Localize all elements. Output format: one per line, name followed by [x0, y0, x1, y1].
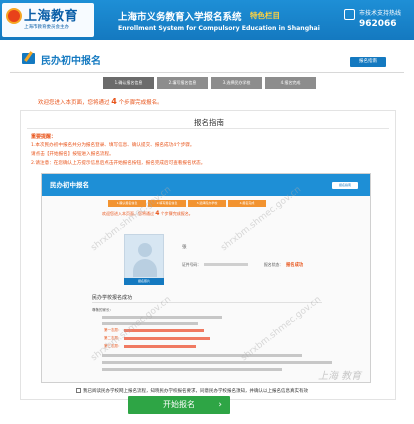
- edit-icon: [22, 53, 35, 64]
- status-value: 报名成功: [286, 263, 304, 268]
- system-title-en: Enrollment System for Compulsory Educati…: [118, 25, 320, 32]
- tip-line: 2.请注意：在您确认上方提示信息后点击开始报名按钮，报名完成后可查看报名状态。: [31, 161, 206, 166]
- tip-line: 请点击【开始报名】按钮进入报名流程。: [31, 152, 114, 157]
- seal-icon: [6, 8, 22, 24]
- screenshot-step: 4.报名完成: [228, 200, 266, 207]
- step-notice: 欢迎您进入本页面，您将通过 4 个步骤完成报名。: [38, 97, 163, 106]
- screenshot-notice-number: 4: [155, 210, 160, 217]
- screenshot-title: 民办初中报名: [50, 181, 89, 189]
- screenshot-steps: 1.确认报名信息 2.填写报名信息 3.选择民办学校 4.报名完成: [108, 200, 268, 207]
- text-line: [124, 337, 210, 340]
- id-redacted: [204, 263, 248, 266]
- notice-prefix: 欢迎您进入本页面，您将通过: [38, 100, 110, 106]
- status-label: 报名状态：: [264, 262, 283, 267]
- divider: [10, 72, 404, 73]
- hotline-number: 962066: [359, 19, 397, 29]
- guide-panel[interactable]: 报名指南 重要提醒： 1.本次民办初中报名共分为报名登录、填写信息、确认提交、报…: [20, 110, 396, 400]
- guide-button[interactable]: 报名指南: [350, 57, 386, 67]
- step-3: 3.选择民办学校: [211, 77, 262, 89]
- text-line: [102, 368, 282, 371]
- guide-title: 报名指南: [194, 118, 224, 127]
- student-name: 张: [182, 245, 187, 250]
- screenshot-notice-suffix: 个步骤完成报名。: [160, 211, 193, 216]
- guide-divider: [27, 128, 389, 129]
- screenshot-guide-button: 报名指南: [332, 182, 358, 189]
- step-4: 4.报名完成: [265, 77, 316, 89]
- text-line: [102, 322, 198, 325]
- system-title: 上海市义务教育入学报名系统: [118, 12, 242, 23]
- text-line: [102, 316, 222, 319]
- system-tag: 特色栏目: [250, 11, 280, 20]
- guide-screenshot: 民办初中报名 报名指南 1.确认报名信息 2.填写报名信息 3.选择民办学校 4…: [41, 173, 371, 383]
- text-line: [102, 361, 332, 364]
- site-header: 上海教育 上海市教育委员会主办 上海市义务教育入学报名系统 特色栏目 Enrol…: [0, 0, 414, 40]
- consent-text: 我已阅读民办学校网上报名流程，知晓民办学校报名要求，同意民办学校报名须知，并确认…: [83, 389, 308, 394]
- logo-subtitle: 上海市教育委员会主办: [24, 25, 69, 30]
- consent-row[interactable]: 我已阅读民办学校网上报名流程，知晓民办学校报名要求，同意民办学校报名须知，并确认…: [76, 388, 308, 394]
- screenshot-header: [42, 174, 370, 196]
- text-line: [102, 354, 302, 357]
- notice-number: 4: [111, 97, 117, 106]
- chevron-right-icon: ›: [218, 400, 222, 410]
- tips-heading: 重要提醒：: [31, 134, 57, 140]
- notice-suffix: 个步骤完成报名。: [118, 100, 163, 106]
- id-label: 证件号码：: [182, 262, 201, 267]
- phone-icon: [344, 9, 355, 20]
- dear-line: 尊敬的家长：: [92, 308, 113, 312]
- step-progress: 1.确认报名信息 2.填写报名信息 3.选择民办学校 4.报名完成: [103, 77, 319, 89]
- avatar-tag: 报名照片: [124, 278, 164, 285]
- text-line: [124, 345, 196, 348]
- step-2: 2.填写报名信息: [157, 77, 208, 89]
- hotline-label: 市技术支持热线: [359, 10, 402, 17]
- logo-title: 上海教育: [24, 9, 79, 24]
- tip-line: 1.本次民办初中报名共分为报名登录、填写信息、确认提交、报名成功4个步骤。: [31, 143, 195, 148]
- consent-checkbox[interactable]: [76, 388, 81, 393]
- start-button[interactable]: 开始报名 ›: [128, 396, 230, 414]
- screenshot-step: 3.选择民办学校: [188, 200, 226, 207]
- screenshot-watermark: shrxbm.shmec.gov.cn: [239, 294, 324, 364]
- site-logo[interactable]: 上海教育 上海市教育委员会主办: [2, 3, 94, 37]
- page-title: 民办初中报名: [41, 56, 101, 67]
- success-divider: [92, 302, 322, 303]
- step-1: 1.确认报名信息: [103, 77, 154, 89]
- success-heading: 民办学校报名成功: [92, 295, 133, 301]
- start-button-label: 开始报名: [163, 400, 195, 409]
- avatar-placeholder: [124, 234, 164, 284]
- brand-watermark: 上海 教育: [318, 371, 362, 382]
